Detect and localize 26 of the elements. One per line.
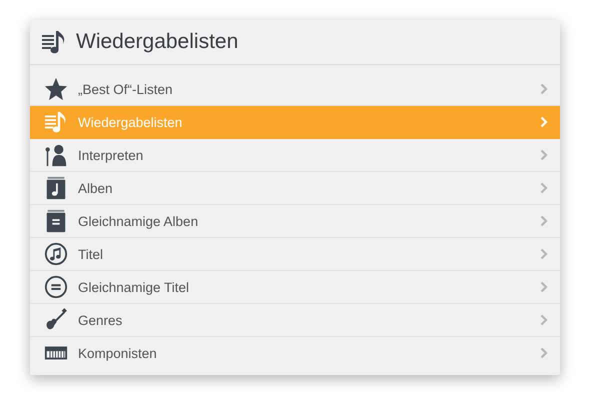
chevron-icon — [540, 149, 548, 161]
album-icon — [44, 176, 68, 200]
menu-item[interactable]: Titel — [30, 238, 560, 271]
guitar-icon — [44, 308, 68, 332]
note-circle-icon — [44, 242, 68, 266]
chevron-icon — [540, 314, 548, 326]
star-icon — [44, 77, 68, 101]
chevron-icon — [540, 116, 548, 128]
playlist-icon — [44, 110, 68, 134]
chevron-icon — [540, 83, 548, 95]
menu-item[interactable]: Komponisten — [30, 337, 560, 369]
menu-item[interactable]: Genres — [30, 304, 560, 337]
chevron-icon — [540, 248, 548, 260]
playlist-icon — [41, 29, 67, 55]
menu-item[interactable]: Gleichnamige Alben — [30, 205, 560, 238]
chevron-icon — [540, 347, 548, 359]
menu-item[interactable]: Interpreten — [30, 139, 560, 172]
panel-title: Wiedergabelisten — [76, 30, 238, 54]
menu-item[interactable]: Gleichnamige Titel — [30, 271, 560, 304]
equals-circle-icon — [44, 275, 68, 299]
menu-item[interactable]: Alben — [30, 172, 560, 205]
album-stack-icon — [44, 209, 68, 233]
chevron-icon — [540, 281, 548, 293]
chevron-icon — [540, 182, 548, 194]
chevron-icon — [540, 215, 548, 227]
singer-icon — [44, 143, 68, 167]
